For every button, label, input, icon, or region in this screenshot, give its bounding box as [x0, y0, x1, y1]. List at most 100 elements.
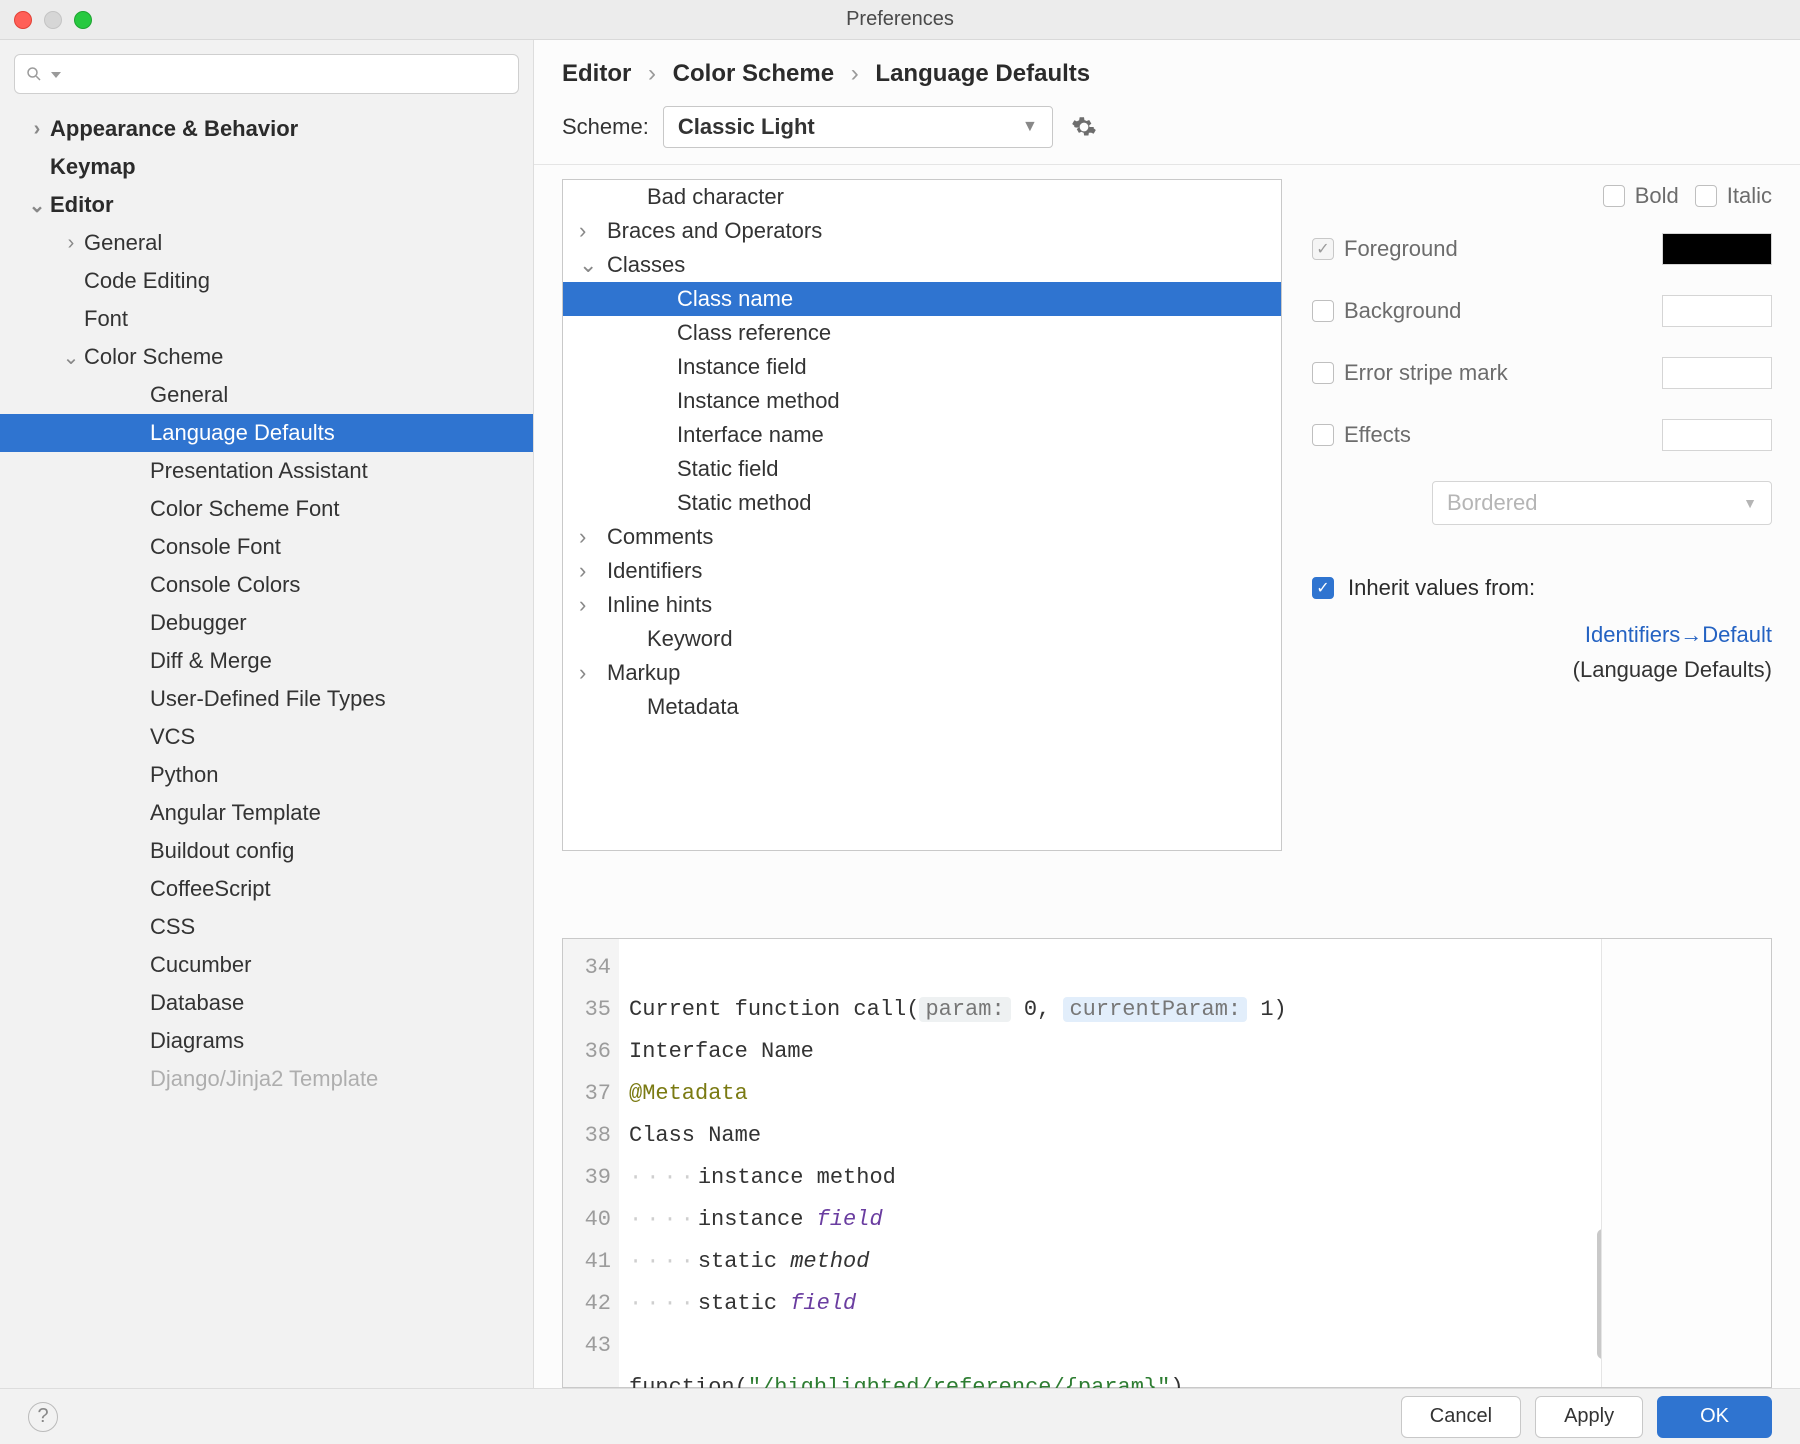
close-icon[interactable]: [14, 11, 32, 29]
footer: ? Cancel Apply OK: [0, 1388, 1800, 1444]
tree-row-label: Comments: [607, 524, 713, 550]
foreground-swatch[interactable]: [1662, 233, 1772, 265]
chevron-down-icon[interactable]: ⌄: [579, 252, 607, 278]
chevron-right-icon[interactable]: ›: [579, 558, 607, 584]
bold-checkbox[interactable]: Bold: [1603, 183, 1679, 209]
tree-row[interactable]: Instance field: [563, 350, 1281, 384]
search-input[interactable]: [14, 54, 519, 94]
sidebar-item[interactable]: ›Appearance & Behavior: [0, 110, 533, 148]
italic-checkbox[interactable]: Italic: [1695, 183, 1772, 209]
tree-row[interactable]: Metadata: [563, 690, 1281, 724]
tree-row-label: Static field: [677, 456, 779, 482]
line-number: 35: [563, 989, 611, 1031]
chevron-down-icon[interactable]: ⌄: [24, 193, 50, 218]
sidebar-item-label: Color Scheme Font: [150, 496, 340, 522]
tree-row[interactable]: Static field: [563, 452, 1281, 486]
tree-row[interactable]: Keyword: [563, 622, 1281, 656]
sidebar-item[interactable]: Diff & Merge: [0, 642, 533, 680]
error-stripe-checkbox[interactable]: Error stripe mark: [1312, 360, 1508, 386]
tree-row[interactable]: ›Markup: [563, 656, 1281, 690]
tree-row[interactable]: ⌄Classes: [563, 248, 1281, 282]
code-area[interactable]: Current function call(param: 0, currentP…: [619, 939, 1601, 1387]
tree-row[interactable]: Bad character: [563, 180, 1281, 214]
sidebar-item[interactable]: Diagrams: [0, 1022, 533, 1060]
sidebar-item[interactable]: Color Scheme Font: [0, 490, 533, 528]
breadcrumb-item[interactable]: Editor: [562, 60, 631, 87]
effects-swatch[interactable]: [1662, 419, 1772, 451]
tree-row[interactable]: Interface name: [563, 418, 1281, 452]
minimap[interactable]: [1601, 939, 1771, 1387]
sidebar-item[interactable]: Buildout config: [0, 832, 533, 870]
foreground-checkbox[interactable]: ✓Foreground: [1312, 236, 1458, 262]
chevron-right-icon[interactable]: ›: [579, 218, 607, 244]
sidebar-item[interactable]: Font: [0, 300, 533, 338]
line-number: 34: [563, 947, 611, 989]
sidebar-item[interactable]: ⌄Editor: [0, 186, 533, 224]
sidebar-item[interactable]: Django/Jinja2 Template: [0, 1060, 533, 1098]
tree-row[interactable]: Instance method: [563, 384, 1281, 418]
chevron-right-icon[interactable]: ›: [579, 524, 607, 550]
window-controls: [14, 11, 92, 29]
error-stripe-swatch[interactable]: [1662, 357, 1772, 389]
breadcrumb-item[interactable]: Language Defaults: [875, 60, 1090, 87]
attribute-tree[interactable]: Bad character›Braces and Operators⌄Class…: [562, 179, 1282, 851]
tree-row[interactable]: Class name: [563, 282, 1281, 316]
sidebar-item[interactable]: Angular Template: [0, 794, 533, 832]
sidebar-item[interactable]: Cucumber: [0, 946, 533, 984]
chevron-right-icon[interactable]: ›: [58, 232, 84, 255]
sidebar-item-label: Diff & Merge: [150, 648, 272, 674]
sidebar-item[interactable]: Language Defaults: [0, 414, 533, 452]
chevron-down-icon: ▼: [1743, 495, 1757, 511]
sidebar-item[interactable]: VCS: [0, 718, 533, 756]
chevron-right-icon[interactable]: ›: [579, 592, 607, 618]
chevron-right-icon[interactable]: ›: [24, 118, 50, 141]
chevron-down-icon[interactable]: [49, 63, 61, 86]
sidebar-item[interactable]: ⌄Color Scheme: [0, 338, 533, 376]
sidebar-item[interactable]: User-Defined File Types: [0, 680, 533, 718]
tree-row[interactable]: Class reference: [563, 316, 1281, 350]
tree-row[interactable]: ›Braces and Operators: [563, 214, 1281, 248]
sidebar-item[interactable]: Database: [0, 984, 533, 1022]
inherit-sublabel: (Language Defaults): [1573, 657, 1772, 682]
effects-select[interactable]: Bordered ▼: [1432, 481, 1772, 525]
line-number: 43: [563, 1325, 611, 1367]
ok-button[interactable]: OK: [1657, 1396, 1772, 1438]
breadcrumb-item[interactable]: Color Scheme: [673, 60, 834, 87]
line-number: 41: [563, 1241, 611, 1283]
sidebar-item[interactable]: CSS: [0, 908, 533, 946]
cancel-button[interactable]: Cancel: [1401, 1396, 1521, 1438]
sidebar-item[interactable]: CoffeeScript: [0, 870, 533, 908]
sidebar-item[interactable]: ›General: [0, 224, 533, 262]
gear-icon[interactable]: [1067, 110, 1101, 144]
background-swatch[interactable]: [1662, 295, 1772, 327]
sidebar-item-label: Console Font: [150, 534, 281, 560]
chevron-down-icon[interactable]: ⌄: [58, 345, 84, 370]
inherit-checkbox[interactable]: ✓: [1312, 577, 1334, 599]
help-icon[interactable]: ?: [28, 1402, 58, 1432]
sidebar-item[interactable]: Console Font: [0, 528, 533, 566]
minimize-icon[interactable]: [44, 11, 62, 29]
inherit-link[interactable]: Identifiers→Default: [1585, 622, 1772, 647]
line-number: 38: [563, 1115, 611, 1157]
tree-row[interactable]: ›Comments: [563, 520, 1281, 554]
sidebar-item[interactable]: Presentation Assistant: [0, 452, 533, 490]
sidebar-item[interactable]: Python: [0, 756, 533, 794]
sidebar-item[interactable]: Console Colors: [0, 566, 533, 604]
tree-row[interactable]: ›Inline hints: [563, 588, 1281, 622]
sidebar-item[interactable]: Keymap: [0, 148, 533, 186]
search-icon: [25, 65, 43, 83]
tree-row-label: Class reference: [677, 320, 831, 346]
apply-button[interactable]: Apply: [1535, 1396, 1643, 1438]
chevron-right-icon[interactable]: ›: [579, 660, 607, 686]
sidebar-item[interactable]: Debugger: [0, 604, 533, 642]
effects-checkbox[interactable]: Effects: [1312, 422, 1411, 448]
sidebar-item-label: Cucumber: [150, 952, 251, 978]
scheme-select[interactable]: Classic Light ▼: [663, 106, 1053, 148]
zoom-icon[interactable]: [74, 11, 92, 29]
background-checkbox[interactable]: Background: [1312, 298, 1461, 324]
tree-row[interactable]: Static method: [563, 486, 1281, 520]
tree-row[interactable]: ›Identifiers: [563, 554, 1281, 588]
sidebar-item[interactable]: General: [0, 376, 533, 414]
sidebar-item[interactable]: Code Editing: [0, 262, 533, 300]
tree-row-label: Markup: [607, 660, 680, 686]
